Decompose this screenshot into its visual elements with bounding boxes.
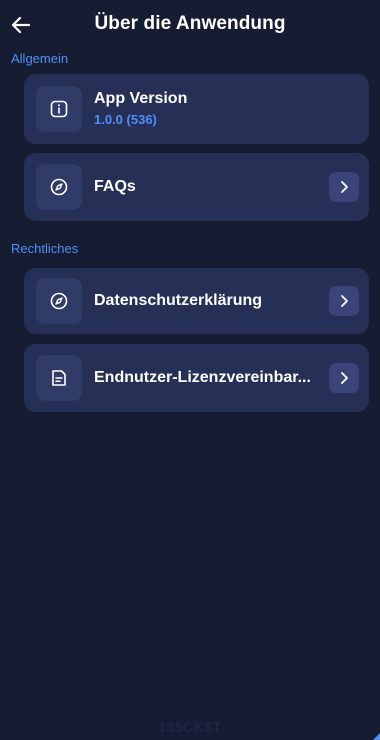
privacy-chevron-button[interactable]: [329, 286, 359, 316]
corner-indicator-icon: [373, 733, 380, 740]
app-version-text: App Version 1.0.0 (536): [94, 90, 187, 127]
info-icon: [50, 100, 68, 118]
chevron-right-icon: [341, 181, 348, 193]
app-version-icon-box: [36, 86, 82, 132]
document-icon: [52, 370, 66, 386]
page-title: Über die Anwendung: [94, 13, 286, 34]
eula-icon-box: [36, 355, 82, 401]
chevron-right-icon: [341, 295, 348, 307]
arrow-left-icon: [11, 16, 31, 34]
eula-chevron-button[interactable]: [329, 363, 359, 393]
chevron-right-icon: [341, 372, 348, 384]
compass-icon: [50, 292, 68, 310]
eula-label: Endnutzer-Lizenzvereinbar...: [94, 369, 311, 386]
faqs-chevron-button[interactable]: [329, 172, 359, 202]
section-label-general: Allgemein: [11, 51, 69, 66]
app-version-card: App Version 1.0.0 (536): [24, 74, 369, 144]
back-button[interactable]: [10, 14, 32, 36]
compass-icon: [50, 178, 68, 196]
section-label-legal: Rechtliches: [11, 241, 79, 256]
faqs-icon-box: [36, 164, 82, 210]
privacy-label: Datenschutzerklärung: [94, 292, 263, 309]
eula-item[interactable]: Endnutzer-Lizenzvereinbar...: [24, 344, 369, 412]
faqs-item[interactable]: FAQs: [24, 153, 369, 221]
privacy-item[interactable]: Datenschutzerklärung: [24, 268, 369, 334]
privacy-icon-box: [36, 278, 82, 324]
app-version-value: 1.0.0 (536): [94, 112, 157, 127]
app-header: Über die Anwendung: [0, 0, 380, 48]
faqs-label: FAQs: [94, 178, 136, 195]
footer-watermark: 135CK8T: [158, 719, 222, 735]
app-version-label: App Version: [94, 90, 188, 107]
